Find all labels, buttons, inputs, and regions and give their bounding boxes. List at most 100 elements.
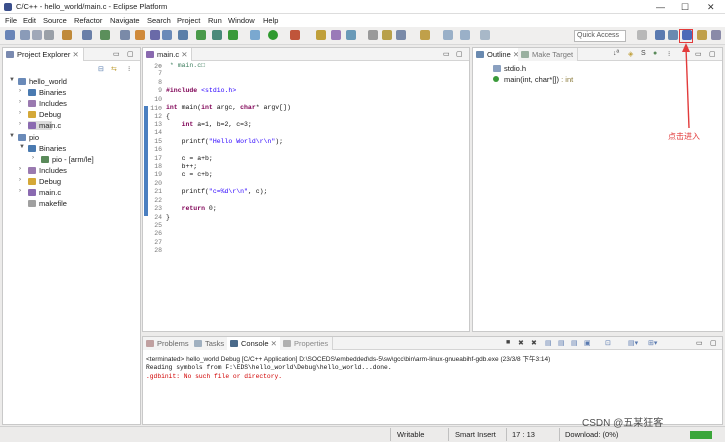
remove-all-icon[interactable]: ✖ [531, 339, 537, 347]
debug-perspective-icon[interactable] [668, 30, 678, 40]
pen-icon[interactable] [346, 30, 356, 40]
tab-properties[interactable]: Properties [280, 337, 334, 350]
bug-icon[interactable] [196, 30, 206, 40]
hide-nonpublic-icon[interactable]: ● [653, 50, 657, 57]
code-line[interactable]: int main(int argc, char* argv[]) [166, 104, 291, 111]
scroll-lock-icon[interactable]: ▤ [558, 339, 565, 347]
pin-console-icon[interactable]: ⊡ [605, 339, 611, 347]
quick-access-input[interactable]: Quick Access [574, 30, 626, 42]
expand-arrow-icon[interactable]: ▼ [19, 144, 25, 150]
tab-console[interactable]: Console ✕ [227, 337, 282, 350]
code-line[interactable]: * main.c□ [166, 62, 205, 69]
menu-edit[interactable]: Edit [23, 16, 36, 25]
debug-icon[interactable] [228, 30, 238, 40]
collapse-arrow-icon[interactable]: › [32, 155, 34, 161]
forward-icon[interactable] [460, 30, 470, 40]
remove-launch-icon[interactable]: ✖ [518, 339, 524, 347]
tab-make-target[interactable]: Make Target [518, 48, 579, 61]
open-console-icon[interactable]: ⊞▾ [648, 339, 657, 347]
show-on-output-icon[interactable]: ▣ [584, 339, 591, 347]
mark-icon[interactable] [382, 30, 392, 40]
search-icon[interactable] [331, 30, 341, 40]
next-annotation-icon[interactable] [420, 30, 430, 40]
menu-run[interactable]: Run [208, 16, 222, 25]
collapse-arrow-icon[interactable]: › [19, 88, 21, 94]
save-icon[interactable] [20, 30, 30, 40]
last-edit-icon[interactable] [480, 30, 490, 40]
tab-outline[interactable]: Outline ✕ [473, 48, 525, 61]
c-source-icon[interactable] [150, 30, 160, 40]
remote-perspective-icon[interactable] [697, 30, 707, 40]
new-icon[interactable] [5, 30, 15, 40]
maximize-view-icon[interactable]: ▢ [709, 50, 716, 58]
code-line[interactable]: } [166, 214, 170, 221]
word-wrap-icon[interactable]: ▤ [571, 339, 578, 347]
expand-arrow-icon[interactable]: ▼ [9, 77, 15, 83]
close-icon[interactable]: ✕ [707, 2, 715, 13]
menu-search[interactable]: Search [147, 16, 171, 25]
code-line[interactable]: printf("Hello World\r\n"); [166, 138, 283, 145]
minimize-view-icon[interactable]: ▭ [113, 50, 120, 58]
terminate-icon[interactable]: ■ [506, 339, 510, 346]
tab-tasks[interactable]: Tasks [191, 337, 230, 350]
menu-navigate[interactable]: Navigate [110, 16, 140, 25]
run-external-icon[interactable] [290, 30, 300, 40]
save-all-icon[interactable] [32, 30, 42, 40]
print-icon[interactable] [44, 30, 54, 40]
hide-fields-icon[interactable]: ◈ [628, 50, 633, 58]
menu-refactor[interactable]: Refactor [74, 16, 102, 25]
link-editor-icon[interactable]: ⇆ [111, 65, 117, 73]
class-icon[interactable] [162, 30, 172, 40]
tab-problems[interactable]: Problems [143, 337, 194, 350]
collapse-all-icon[interactable]: ⊟ [98, 65, 104, 73]
build-config-icon[interactable] [82, 30, 92, 40]
code-line[interactable]: b++; [166, 163, 198, 170]
settings-perspective-icon[interactable] [711, 30, 721, 40]
debug-config-icon[interactable] [120, 30, 130, 40]
run-icon[interactable] [268, 30, 278, 40]
toolbar-icon[interactable] [250, 30, 260, 40]
new-folder-icon[interactable] [178, 30, 188, 40]
minimize-view-icon[interactable]: ▭ [443, 50, 450, 58]
view-menu-icon[interactable]: ⁝ [128, 65, 130, 73]
code-line[interactable]: int a=1, b=2, c=3; [166, 121, 252, 128]
maximize-view-icon[interactable]: ▢ [456, 50, 463, 58]
maximize-icon[interactable]: ☐ [681, 2, 689, 13]
open-perspective-icon[interactable] [637, 30, 647, 40]
clear-console-icon[interactable]: ▤ [545, 339, 552, 347]
c-cpp-perspective-icon[interactable] [655, 30, 665, 40]
code-line[interactable]: printf("c=%d\r\n", c); [166, 188, 268, 195]
minimize-icon[interactable]: — [656, 2, 665, 12]
back-icon[interactable] [443, 30, 453, 40]
code-line[interactable]: c = c+b; [166, 171, 213, 178]
menu-source[interactable]: Source [43, 16, 67, 25]
display-console-icon[interactable]: ▤▾ [628, 339, 638, 347]
hide-static-icon[interactable]: S [641, 50, 646, 57]
expand-arrow-icon[interactable]: ▼ [9, 133, 15, 139]
tab-main-c[interactable]: main.c ✕ [143, 48, 193, 61]
sort-icon[interactable]: ↓ª [613, 50, 619, 57]
tab-project-explorer[interactable]: Project Explorer ✕ [3, 48, 84, 61]
code-line[interactable]: #include <stdio.h> [166, 87, 236, 94]
console-icon[interactable] [135, 30, 145, 40]
code-line[interactable]: return 0; [166, 205, 217, 212]
code-line[interactable]: c = a+b; [166, 155, 213, 162]
collapse-arrow-icon[interactable]: › [19, 99, 21, 105]
collapse-arrow-icon[interactable]: › [19, 188, 21, 194]
collapse-arrow-icon[interactable]: › [19, 177, 21, 183]
toggle-icon[interactable] [368, 30, 378, 40]
menu-help[interactable]: Help [263, 16, 278, 25]
external-tools-icon[interactable] [212, 30, 222, 40]
annotation-icon[interactable] [396, 30, 406, 40]
open-folder-icon[interactable] [316, 30, 326, 40]
tree-item-main-c[interactable]: › main.c [19, 121, 61, 130]
menu-file[interactable]: File [5, 16, 17, 25]
maximize-view-icon[interactable]: ▢ [127, 50, 134, 58]
menu-window[interactable]: Window [228, 16, 255, 25]
menu-project[interactable]: Project [177, 16, 200, 25]
maximize-view-icon[interactable]: ▢ [710, 339, 717, 347]
collapse-arrow-icon[interactable]: › [19, 121, 21, 127]
new-project-icon[interactable] [100, 30, 110, 40]
build-icon[interactable] [62, 30, 72, 40]
minimize-view-icon[interactable]: ▭ [696, 339, 703, 347]
